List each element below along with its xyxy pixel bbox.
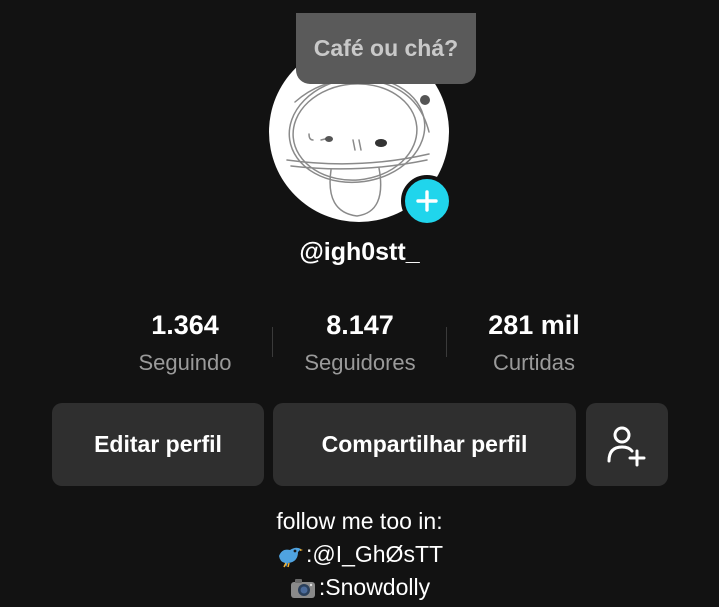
- stat-value: 281 mil: [488, 310, 580, 340]
- stat-value: 8.147: [326, 310, 394, 340]
- add-photo-button[interactable]: [401, 175, 453, 227]
- stat-following[interactable]: 1.364 Seguindo: [105, 307, 265, 377]
- divider: [272, 327, 273, 357]
- add-friend-button[interactable]: [586, 403, 668, 486]
- stat-followers[interactable]: 8.147 Seguidores: [280, 307, 440, 377]
- share-profile-button[interactable]: Compartilhar perfil: [273, 403, 576, 486]
- bio-line-instagram: :Snowdolly: [0, 571, 719, 604]
- edit-profile-button[interactable]: Editar perfil: [52, 403, 264, 486]
- note-text: Café ou chá?: [313, 35, 459, 61]
- stat-label: Seguindo: [138, 350, 232, 375]
- bio-line: follow me too in:: [276, 508, 443, 534]
- add-user-icon: [607, 426, 646, 466]
- note-bubble[interactable]: Café ou chá?: [296, 13, 476, 84]
- bird-icon: [278, 547, 303, 567]
- stat-likes[interactable]: 281 mil Curtidas: [454, 307, 614, 377]
- stat-label: Curtidas: [493, 350, 575, 375]
- divider: [446, 327, 447, 357]
- plus-icon: [416, 190, 438, 212]
- bio: follow me too in: :@I_GhØsTT :Snowdolly: [0, 505, 719, 604]
- stat-label: Seguidores: [304, 350, 416, 375]
- bio-line-twitter: :@I_GhØsTT: [0, 538, 719, 571]
- instagram-handle: :Snowdolly: [318, 574, 431, 600]
- note-bubble-tail: [420, 95, 430, 105]
- twitter-handle: :@I_GhØsTT: [305, 541, 444, 567]
- username: @igh0stt_: [299, 238, 420, 266]
- stat-value: 1.364: [151, 310, 219, 340]
- camera-icon: [290, 578, 315, 598]
